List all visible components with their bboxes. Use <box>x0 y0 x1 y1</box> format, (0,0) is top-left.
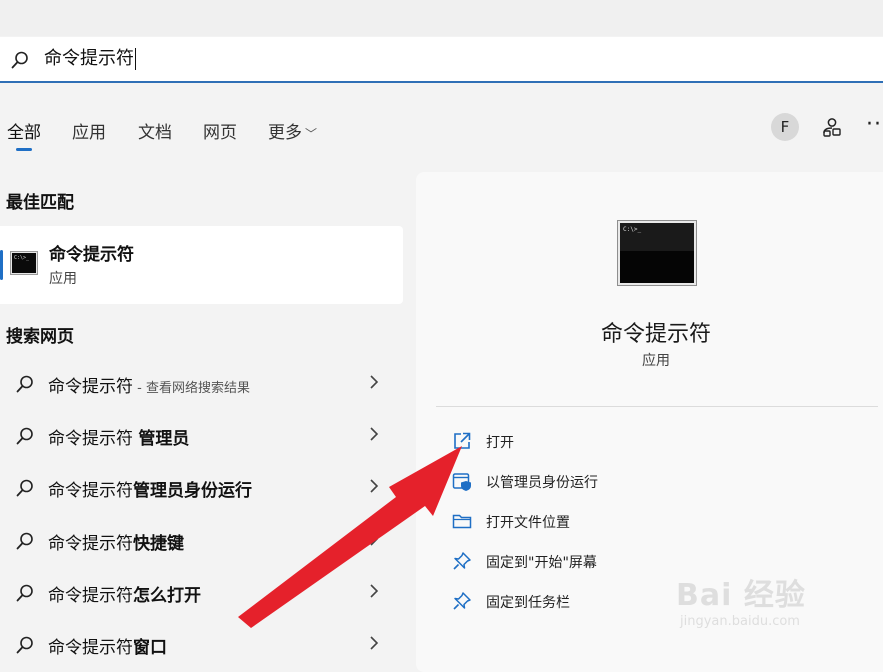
detail-subtitle: 应用 <box>642 353 670 369</box>
command-prompt-icon: C:\>_ <box>10 251 38 275</box>
top-strip <box>0 0 883 36</box>
chevron-down-icon: ﹀ <box>305 127 318 141</box>
web-result-text: 命令提示符窗口 <box>48 638 167 658</box>
best-match-item[interactable]: C:\>_ 命令提示符 应用 <box>0 226 403 304</box>
web-result-text: 命令提示符管理员身份运行 <box>48 481 252 501</box>
pin-icon <box>453 552 471 570</box>
action-label: 以管理员身份运行 <box>486 475 598 491</box>
action-label: 打开 <box>486 435 514 451</box>
search-icon <box>16 636 33 654</box>
web-result-text: 命令提示符怎么打开 <box>48 586 201 606</box>
filter-tabs: 全部 应用 文档 网页 更多 ﹀ <box>0 110 883 151</box>
chevron-right-icon <box>370 479 379 493</box>
web-search-heading: 搜索网页 <box>6 327 74 347</box>
avatar[interactable]: F <box>771 113 799 141</box>
tab-documents[interactable]: 文档 <box>138 118 172 143</box>
web-result-item[interactable]: 命令提示符管理员身份运行 <box>0 463 403 511</box>
chevron-right-icon <box>370 532 379 546</box>
action-label: 固定到任务栏 <box>486 595 570 611</box>
tab-more-label: 更多 <box>268 123 302 143</box>
pin-icon <box>453 592 471 610</box>
svg-text:C:\>_: C:\>_ <box>623 226 641 233</box>
best-match-heading: 最佳匹配 <box>6 193 74 213</box>
web-result-text: 命令提示符 - 查看网络搜索结果 <box>48 377 250 397</box>
tab-all[interactable]: 全部 <box>7 118 41 143</box>
search-icon <box>11 51 28 69</box>
open-external-icon <box>454 432 471 449</box>
selection-indicator <box>0 250 3 280</box>
action-open[interactable]: 打开 <box>446 423 866 459</box>
web-result-item[interactable]: 命令提示符 - 查看网络搜索结果 <box>0 359 403 407</box>
web-result-item[interactable]: 命令提示符窗口 <box>0 620 403 668</box>
search-box[interactable]: 命令提示符 <box>0 37 883 83</box>
text-caret <box>135 48 136 70</box>
search-icon <box>16 532 33 550</box>
chevron-right-icon <box>370 636 379 650</box>
folder-icon <box>452 514 472 529</box>
shield-admin-icon <box>452 473 471 491</box>
tab-web[interactable]: 网页 <box>203 118 237 143</box>
action-open-file-location[interactable]: 打开文件位置 <box>446 503 866 539</box>
active-tab-indicator <box>16 148 32 151</box>
divider <box>436 406 878 407</box>
watermark: Bai 经验 jingyan.baidu.com <box>676 562 846 642</box>
search-icon <box>16 427 33 445</box>
chevron-right-icon <box>370 427 379 441</box>
search-icon <box>16 479 33 497</box>
detail-title: 命令提示符 <box>601 322 712 347</box>
watermark-brand: Bai 经验 <box>676 578 806 613</box>
best-match-subtitle: 应用 <box>49 271 77 287</box>
search-icon <box>16 375 33 393</box>
command-prompt-icon: C:\>_ <box>617 220 697 286</box>
web-result-item[interactable]: 命令提示符 管理员 <box>0 411 403 459</box>
tab-more[interactable]: 更多 ﹀ <box>268 118 317 143</box>
search-icon <box>16 584 33 602</box>
svg-text:C:\>_: C:\>_ <box>14 255 30 261</box>
tab-apps[interactable]: 应用 <box>72 118 106 143</box>
chevron-right-icon <box>370 584 379 598</box>
account-switch-icon[interactable] <box>820 116 844 140</box>
best-match-title: 命令提示符 <box>49 245 134 265</box>
action-run-as-admin[interactable]: 以管理员身份运行 <box>446 463 866 499</box>
web-result-item[interactable]: 命令提示符怎么打开 <box>0 568 403 616</box>
search-input[interactable]: 命令提示符 <box>44 48 136 70</box>
action-label: 固定到"开始"屏幕 <box>486 555 597 571</box>
chevron-right-icon <box>370 375 379 389</box>
web-result-text: 命令提示符 管理员 <box>48 429 190 449</box>
more-options-icon[interactable]: ··· <box>866 114 883 136</box>
action-label: 打开文件位置 <box>486 515 570 531</box>
web-result-text: 命令提示符快捷键 <box>48 534 184 554</box>
watermark-url: jingyan.baidu.com <box>680 614 800 629</box>
web-result-item[interactable]: 命令提示符快捷键 <box>0 516 403 564</box>
